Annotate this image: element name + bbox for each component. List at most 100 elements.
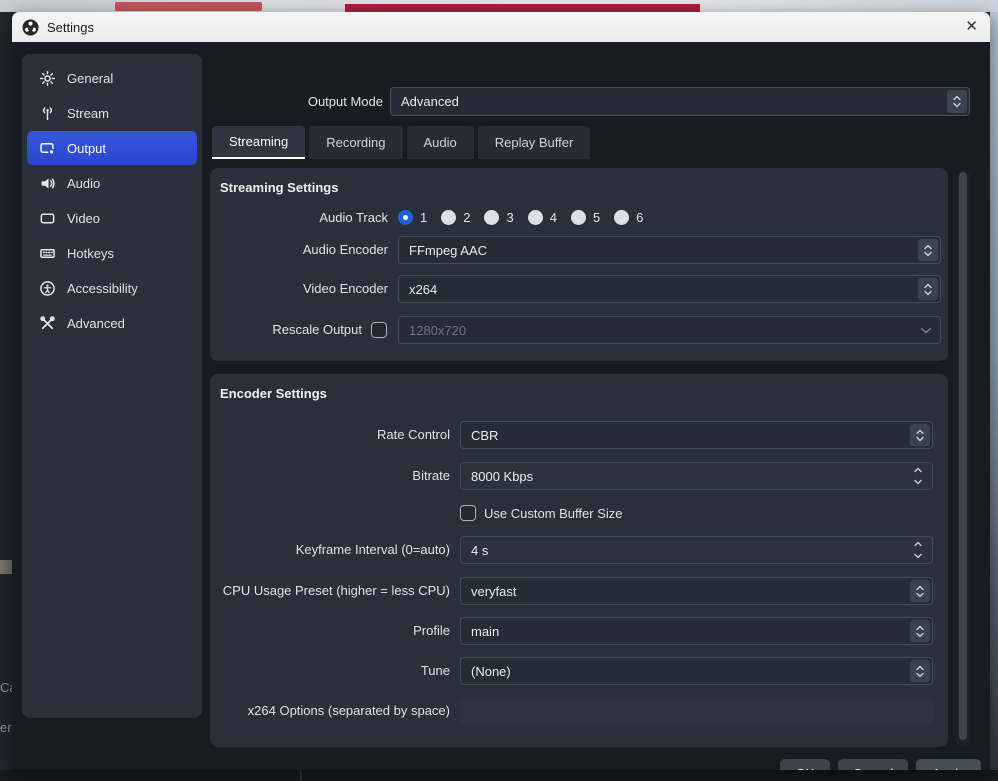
speaker-icon bbox=[39, 175, 56, 192]
sidebar-item-video[interactable]: Video bbox=[27, 201, 197, 235]
spinner-button[interactable] bbox=[918, 278, 938, 300]
ok-button[interactable]: OK bbox=[780, 759, 830, 770]
sidebar-item-stream[interactable]: Stream bbox=[27, 96, 197, 130]
radio-label: 6 bbox=[636, 210, 643, 225]
close-icon[interactable]: ✕ bbox=[965, 12, 978, 42]
chevron-up-icon bbox=[923, 283, 933, 289]
tab-replay-buffer[interactable]: Replay Buffer bbox=[478, 126, 591, 159]
tab-label: Replay Buffer bbox=[495, 135, 574, 150]
audio-track-option-4[interactable]: 4 bbox=[528, 210, 557, 225]
tune-select[interactable]: (None) bbox=[460, 657, 933, 685]
x264-options-input[interactable] bbox=[460, 697, 933, 725]
audio-encoder-select[interactable]: FFmpeg AAC bbox=[398, 236, 941, 264]
audio-track-option-3[interactable]: 3 bbox=[484, 210, 513, 225]
monitor-icon bbox=[39, 210, 56, 227]
sidebar-item-general[interactable]: General bbox=[27, 61, 197, 95]
tab-streaming[interactable]: Streaming bbox=[212, 126, 305, 159]
chevron-up-icon bbox=[915, 665, 925, 671]
spin-up-icon[interactable] bbox=[913, 467, 923, 473]
rescale-output-checkbox[interactable] bbox=[371, 322, 387, 338]
x264-options-label: x264 Options (separated by space) bbox=[210, 697, 450, 725]
background-bottom-strip bbox=[0, 770, 998, 781]
background-top-strip bbox=[0, 0, 998, 12]
output-mode-select[interactable]: Advanced bbox=[390, 87, 970, 116]
video-encoder-select[interactable]: x264 bbox=[398, 275, 941, 303]
scrollbar-track[interactable] bbox=[956, 170, 970, 746]
tab-recording[interactable]: Recording bbox=[309, 126, 402, 159]
antenna-icon bbox=[39, 105, 56, 122]
chevron-up-icon bbox=[915, 429, 925, 435]
chevron-up-icon bbox=[915, 585, 925, 591]
output-tabs: Streaming Recording Audio Replay Buffer bbox=[212, 126, 590, 159]
spinner-button[interactable] bbox=[910, 424, 930, 446]
chevron-down-icon bbox=[952, 102, 962, 108]
spinner-button[interactable] bbox=[910, 620, 930, 642]
radio-selected-icon[interactable] bbox=[398, 210, 413, 225]
sidebar-item-label: Audio bbox=[67, 176, 100, 191]
profile-value: main bbox=[461, 624, 908, 639]
spin-up-icon[interactable] bbox=[913, 541, 923, 547]
spin-down-icon[interactable] bbox=[913, 479, 923, 485]
audio-track-label: Audio Track bbox=[210, 210, 388, 226]
video-encoder-label: Video Encoder bbox=[210, 275, 388, 303]
sidebar-item-accessibility[interactable]: Accessibility bbox=[27, 271, 197, 305]
radio-icon[interactable] bbox=[571, 210, 586, 225]
chevron-down-icon bbox=[923, 290, 933, 296]
chevron-down-icon bbox=[923, 251, 933, 257]
spinner-button[interactable] bbox=[910, 660, 930, 682]
audio-track-option-2[interactable]: 2 bbox=[441, 210, 470, 225]
chevron-up-icon bbox=[952, 95, 962, 101]
spin-down-icon[interactable] bbox=[913, 553, 923, 559]
rescale-resolution-select[interactable]: 1280x720 bbox=[398, 316, 941, 344]
sidebar-item-label: Video bbox=[67, 211, 100, 226]
sidebar-item-label: Output bbox=[67, 141, 106, 156]
cancel-button[interactable]: Cancel bbox=[838, 759, 908, 770]
tab-label: Streaming bbox=[229, 134, 288, 149]
radio-label: 3 bbox=[506, 210, 513, 225]
chevron-up-icon bbox=[923, 244, 933, 250]
titlebar[interactable]: Settings ✕ bbox=[12, 12, 990, 42]
keyframe-interval-spinbox[interactable]: 4 s bbox=[460, 536, 933, 564]
audio-track-option-1[interactable]: 1 bbox=[398, 210, 427, 225]
sidebar-item-advanced[interactable]: Advanced bbox=[27, 306, 197, 340]
sidebar-item-output[interactable]: Output bbox=[27, 131, 197, 165]
sidebar-item-audio[interactable]: Audio bbox=[27, 166, 197, 200]
scrollbar-thumb[interactable] bbox=[959, 172, 967, 740]
audio-track-option-6[interactable]: 6 bbox=[614, 210, 643, 225]
chevron-down-icon bbox=[915, 632, 925, 638]
use-custom-buffer-size-checkbox[interactable] bbox=[460, 505, 476, 521]
spinner-button[interactable] bbox=[910, 580, 930, 602]
video-encoder-value: x264 bbox=[399, 282, 916, 297]
audio-track-radios: 1 2 3 4 5 6 bbox=[398, 210, 657, 225]
accessibility-icon bbox=[39, 280, 56, 297]
background-red-bar-2 bbox=[345, 4, 700, 12]
profile-select[interactable]: main bbox=[460, 617, 933, 645]
rate-control-label: Rate Control bbox=[210, 421, 450, 449]
bitrate-spinbox[interactable]: 8000 Kbps bbox=[460, 462, 933, 490]
radio-label: 2 bbox=[463, 210, 470, 225]
sidebar-item-label: Accessibility bbox=[67, 281, 138, 296]
audio-encoder-value: FFmpeg AAC bbox=[399, 243, 916, 258]
radio-icon[interactable] bbox=[614, 210, 629, 225]
sidebar-item-label: Hotkeys bbox=[67, 246, 114, 261]
rate-control-select[interactable]: CBR bbox=[460, 421, 933, 449]
sidebar-item-hotkeys[interactable]: Hotkeys bbox=[27, 236, 197, 270]
output-mode-label: Output Mode bbox=[210, 87, 383, 116]
gear-icon bbox=[39, 70, 56, 87]
tools-icon bbox=[39, 315, 56, 332]
spinner-button[interactable] bbox=[947, 90, 967, 113]
apply-button[interactable]: Apply bbox=[916, 759, 981, 770]
radio-icon[interactable] bbox=[484, 210, 499, 225]
cpu-usage-preset-select[interactable]: veryfast bbox=[460, 577, 933, 605]
spinner-button[interactable] bbox=[918, 239, 938, 261]
audio-track-option-5[interactable]: 5 bbox=[571, 210, 600, 225]
radio-icon[interactable] bbox=[528, 210, 543, 225]
radio-icon[interactable] bbox=[441, 210, 456, 225]
encoder-settings-group: Encoder Settings Rate Control CBR Bitrat… bbox=[210, 374, 948, 747]
background-red-bar bbox=[115, 2, 262, 11]
chevron-down-icon bbox=[915, 436, 925, 442]
radio-label: 5 bbox=[593, 210, 600, 225]
tab-audio[interactable]: Audio bbox=[407, 126, 474, 159]
sidebar: General Stream Output bbox=[22, 54, 202, 718]
bitrate-value: 8000 Kbps bbox=[471, 463, 533, 489]
